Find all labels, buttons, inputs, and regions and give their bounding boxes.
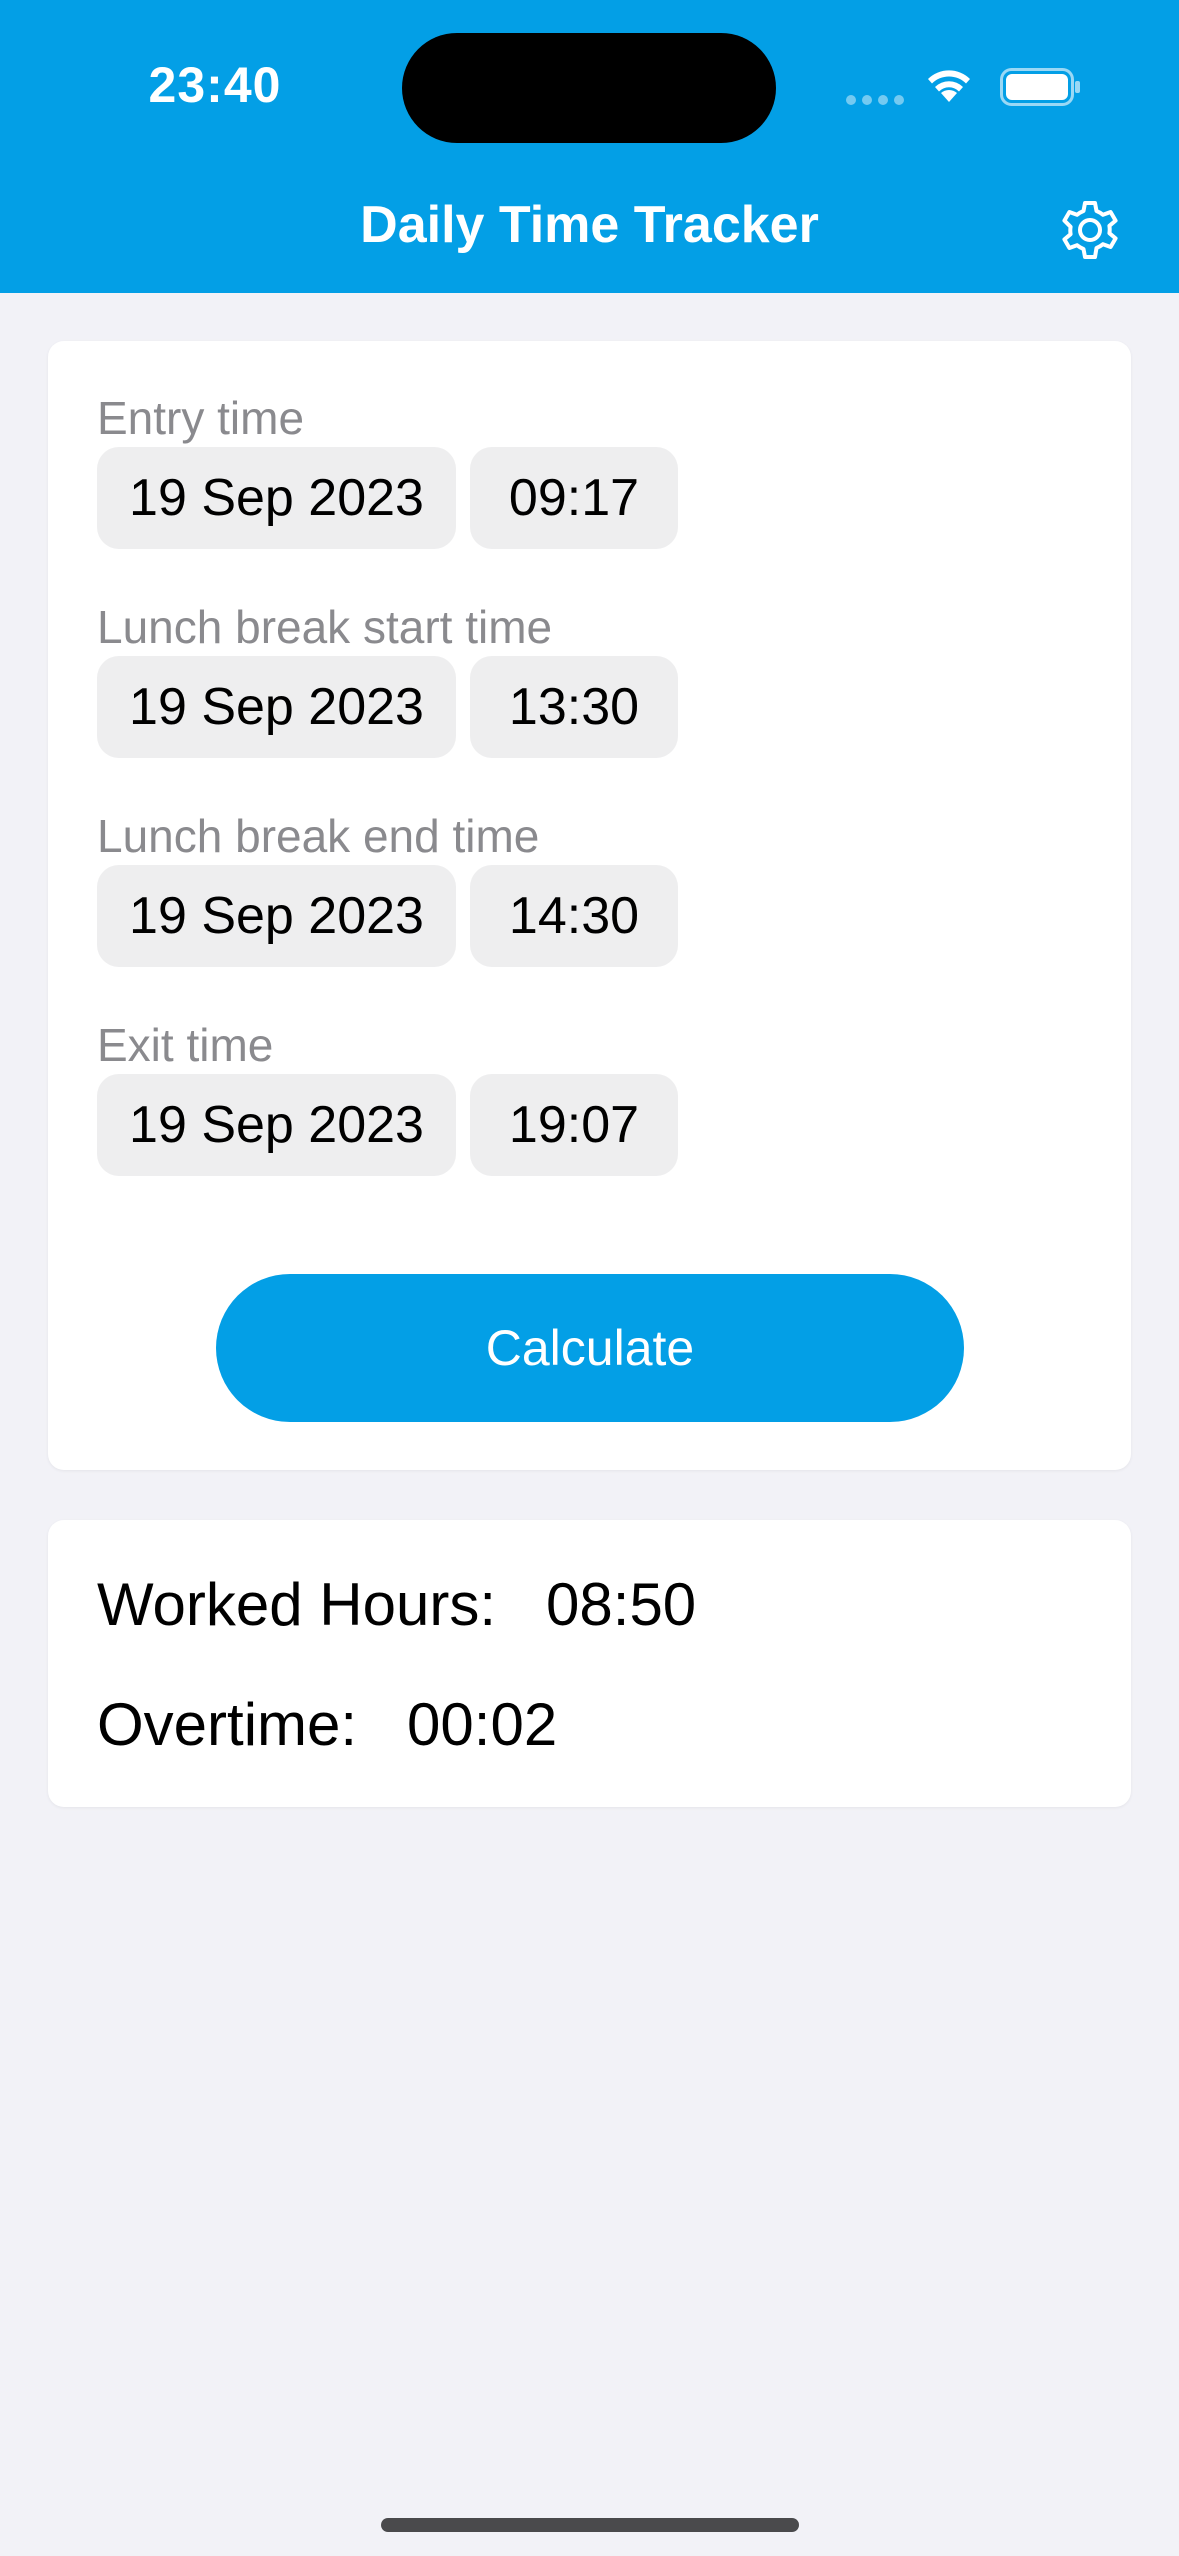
lunch-start-time-picker[interactable]: 13:30 xyxy=(470,656,678,758)
entry-time-picker[interactable]: 09:17 xyxy=(470,447,678,549)
cellular-signal-icon xyxy=(846,95,906,105)
lunch-start-date-picker[interactable]: 19 Sep 2023 xyxy=(97,656,456,758)
overtime-value: 00:02 xyxy=(407,1691,558,1758)
entry-date-picker[interactable]: 19 Sep 2023 xyxy=(97,447,456,549)
worked-hours-value: 08:50 xyxy=(546,1571,697,1638)
entry-time-label: Entry time xyxy=(97,392,305,444)
dynamic-island xyxy=(402,33,776,143)
results-card: Worked Hours: 08:50 Overtime: 00:02 xyxy=(48,1520,1131,1807)
home-indicator[interactable] xyxy=(381,2518,799,2532)
lunch-end-label: Lunch break end time xyxy=(97,810,540,862)
lunch-end-time-picker[interactable]: 14:30 xyxy=(470,865,678,967)
status-bar-time: 23:40 xyxy=(148,57,282,113)
worked-hours-row: Worked Hours: 08:50 xyxy=(97,1570,696,1639)
gear-icon xyxy=(1062,201,1118,259)
overtime-label: Overtime: xyxy=(97,1691,358,1758)
header-bar: 23:40 Daily Time Tracker xyxy=(0,0,1179,293)
lunch-end-date-picker[interactable]: 19 Sep 2023 xyxy=(97,865,456,967)
lunch-start-label: Lunch break start time xyxy=(97,601,553,653)
screen: 23:40 Daily Time Tracker Entry time 19 S… xyxy=(0,0,1179,2556)
exit-time-label: Exit time xyxy=(97,1019,274,1071)
exit-date-picker[interactable]: 19 Sep 2023 xyxy=(97,1074,456,1176)
worked-hours-label: Worked Hours: xyxy=(97,1571,497,1638)
exit-time-picker[interactable]: 19:07 xyxy=(470,1074,678,1176)
overtime-row: Overtime: 00:02 xyxy=(97,1690,557,1759)
battery-icon xyxy=(1000,68,1080,106)
wifi-icon xyxy=(928,70,970,102)
time-entry-card: Entry time 19 Sep 2023 09:17 Lunch break… xyxy=(48,341,1131,1470)
settings-button[interactable] xyxy=(1050,190,1130,270)
calculate-button[interactable]: Calculate xyxy=(216,1274,964,1422)
page-title: Daily Time Tracker xyxy=(360,196,819,254)
